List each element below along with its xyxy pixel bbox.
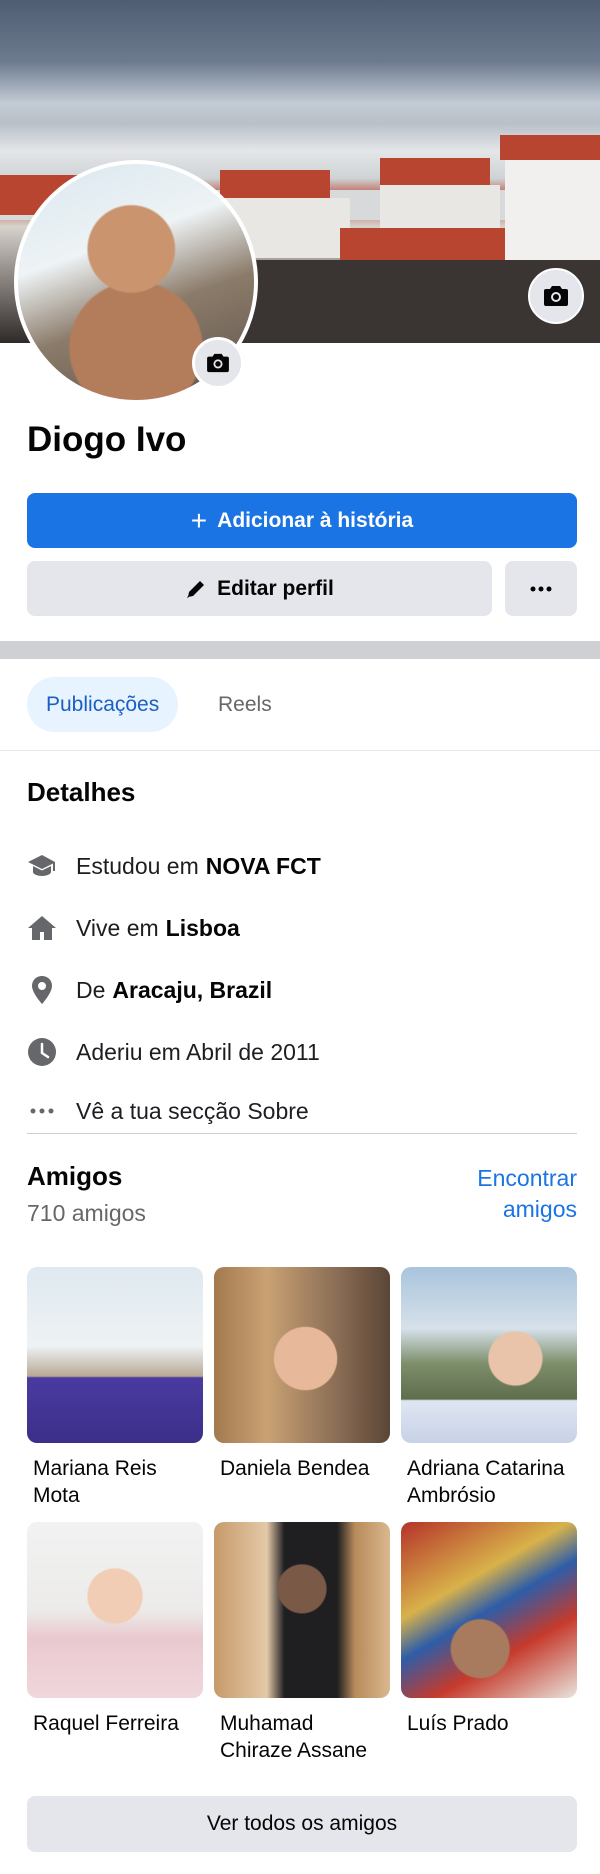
home-icon (27, 913, 57, 943)
friend-name[interactable]: Luís Prado (401, 1710, 577, 1737)
clock-icon (27, 1037, 57, 1067)
detail-lives-in-value: Lisboa (165, 914, 240, 941)
camera-icon (544, 286, 568, 306)
friends-title: Amigos (27, 1161, 123, 1191)
cover-scenery (505, 150, 600, 260)
friend-photo[interactable] (27, 1267, 203, 1443)
friend-photo[interactable] (214, 1522, 390, 1698)
camera-icon (207, 353, 229, 373)
see-all-friends-button[interactable]: Ver todos os amigos (27, 1796, 577, 1852)
friend-name[interactable]: Raquel Ferreira (27, 1710, 203, 1737)
add-to-story-button[interactable]: + Adicionar à história (27, 493, 577, 548)
see-about-section-label: Vê a tua secção Sobre (76, 1097, 309, 1124)
detail-joined: Aderiu em Abril de 2011 (27, 1032, 320, 1072)
pencil-icon (187, 580, 205, 598)
detail-lives-in[interactable]: Vive em Lisboa (27, 908, 240, 948)
friend-card[interactable]: Luís Prado (401, 1522, 577, 1737)
friend-name[interactable]: Daniela Bendea (214, 1455, 390, 1482)
friend-card[interactable]: Daniela Bendea (214, 1267, 390, 1482)
plus-icon: + (190, 504, 208, 536)
avatar-camera-button[interactable] (192, 337, 244, 389)
detail-from-value: Aracaju, Brazil (112, 976, 273, 1003)
tab-publicacoes[interactable]: Publicações (27, 677, 179, 732)
tab-reels[interactable]: Reels (218, 677, 272, 732)
friends-count: 710 amigos (27, 1200, 146, 1226)
friend-card[interactable]: Adriana Catarina Ambrósio (401, 1267, 577, 1509)
detail-from[interactable]: De Aracaju, Brazil (27, 970, 272, 1010)
friend-name[interactable]: Muhamad Chiraze Assane (214, 1710, 390, 1764)
detail-lives-in-prefix: Vive em (76, 914, 159, 941)
cover-scenery (220, 170, 330, 200)
friend-name[interactable]: Adriana Catarina Ambrósio (401, 1455, 577, 1509)
find-friends-label-line2: amigos (502, 1196, 577, 1222)
graduation-cap-icon (27, 851, 57, 881)
detail-education-prefix: Estudou em (76, 852, 199, 879)
find-friends-label-line1: Encontrar (477, 1165, 577, 1191)
friend-photo[interactable] (27, 1522, 203, 1698)
find-friends-link[interactable]: Encontrar amigos (477, 1163, 577, 1225)
details-divider (27, 1133, 577, 1134)
see-about-section-link[interactable]: Vê a tua secção Sobre (27, 1091, 309, 1131)
profile-name: Diogo Ivo (27, 420, 187, 459)
more-dots-icon (27, 1096, 57, 1126)
friend-photo[interactable] (401, 1267, 577, 1443)
edit-profile-label: Editar perfil (217, 576, 334, 600)
add-to-story-label: Adicionar à história (217, 508, 414, 532)
detail-education-value: NOVA FCT (205, 852, 321, 879)
detail-from-prefix: De (76, 976, 106, 1003)
friend-card[interactable]: Raquel Ferreira (27, 1522, 203, 1737)
location-pin-icon (27, 975, 57, 1005)
cover-camera-button[interactable] (528, 268, 584, 324)
edit-profile-button[interactable]: Editar perfil (27, 561, 492, 616)
details-title: Detalhes (27, 777, 136, 807)
detail-joined-text: Aderiu em Abril de 2011 (76, 1038, 320, 1065)
cover-scenery (380, 158, 490, 186)
section-divider (0, 641, 600, 659)
friend-photo[interactable] (401, 1522, 577, 1698)
friend-card[interactable]: Mariana Reis Mota (27, 1267, 203, 1509)
friend-name[interactable]: Mariana Reis Mota (27, 1455, 203, 1509)
friend-photo[interactable] (214, 1267, 390, 1443)
more-options-button[interactable] (505, 561, 577, 616)
tabs-divider (0, 750, 600, 751)
more-dots-icon (530, 586, 552, 591)
cover-scenery (500, 135, 600, 160)
detail-education[interactable]: Estudou em NOVA FCT (27, 846, 321, 886)
friend-card[interactable]: Muhamad Chiraze Assane (214, 1522, 390, 1764)
